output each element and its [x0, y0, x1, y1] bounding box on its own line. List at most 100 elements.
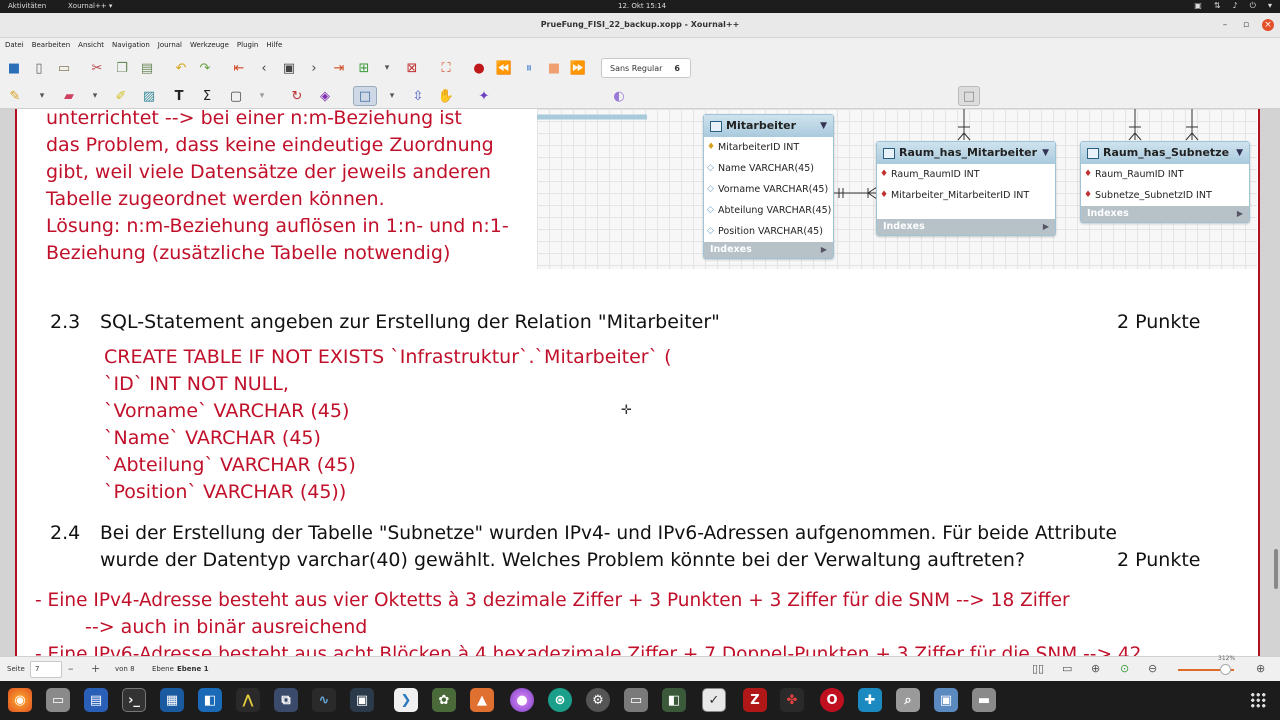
monitor-icon[interactable]: ▣: [350, 688, 374, 712]
image-icon[interactable]: ▨: [140, 87, 158, 105]
two-pages-icon[interactable]: ▯▯: [1032, 662, 1044, 675]
clock[interactable]: 12. Okt 15:14: [618, 2, 666, 10]
system-tray[interactable]: ▣ ⇅ ♪ ⏻ ▾: [1194, 1, 1272, 11]
workbench-icon[interactable]: ◧: [198, 688, 222, 712]
disk-icon[interactable]: ▭: [624, 688, 648, 712]
graph-icon[interactable]: ⋀: [236, 688, 260, 712]
paste-icon[interactable]: ▤: [138, 59, 156, 77]
next-page-icon[interactable]: ›: [305, 59, 323, 77]
cut-icon[interactable]: ✂: [88, 59, 106, 77]
page-increment-button[interactable]: +: [91, 662, 100, 675]
filezilla-icon[interactable]: Z: [743, 688, 767, 712]
first-page-icon[interactable]: ⇤: [230, 59, 248, 77]
add-page-icon[interactable]: ⊞: [355, 59, 373, 77]
default-tool-icon[interactable]: ✦: [475, 87, 493, 105]
layer-selector[interactable]: Ebene 1: [177, 665, 209, 673]
menu-plugin[interactable]: Plugin: [237, 38, 258, 52]
menu-bearbeiten[interactable]: Bearbeiten: [32, 38, 70, 52]
zoom-fit-icon[interactable]: ⊕: [1091, 662, 1100, 675]
firefox-icon[interactable]: ◉: [8, 688, 32, 712]
fullscreen-icon[interactable]: ⛶: [437, 59, 455, 77]
zoom-out-icon[interactable]: ⊖: [1148, 662, 1157, 675]
fill-icon[interactable]: ◐: [610, 87, 628, 105]
pinwheel-icon[interactable]: ✤: [780, 688, 804, 712]
highlighter-icon[interactable]: ✐: [112, 87, 130, 105]
volume-icon[interactable]: ♪: [1233, 1, 1238, 11]
pen-icon[interactable]: ✎: [6, 87, 24, 105]
screen-record-icon[interactable]: ▣: [1194, 1, 1202, 11]
select-dropdown-icon[interactable]: ▾: [383, 87, 401, 105]
open-folder-icon[interactable]: ▭: [55, 59, 73, 77]
vertical-space-icon[interactable]: ⇳: [409, 87, 427, 105]
record-icon[interactable]: ●: [470, 59, 488, 77]
save-icon[interactable]: ■: [5, 59, 23, 77]
pen-dropdown-icon[interactable]: ▾: [33, 87, 51, 105]
rotation-snap-icon[interactable]: ↻: [288, 87, 306, 105]
close-button[interactable]: ×: [1262, 19, 1274, 31]
font-selector[interactable]: Sans Regular 6: [601, 58, 691, 78]
app-grid-icon[interactable]: [1250, 692, 1266, 708]
page-number-input[interactable]: 7: [30, 661, 62, 678]
add-page-dropdown-icon[interactable]: ▾: [378, 59, 396, 77]
new-document-icon[interactable]: ▯: [30, 59, 48, 77]
shape-dropdown-icon[interactable]: ▾: [253, 87, 271, 105]
activities-button[interactable]: Aktivitäten: [8, 2, 46, 10]
undo-icon[interactable]: ↶: [172, 59, 190, 77]
menu-navigation[interactable]: Navigation: [112, 38, 150, 52]
network-icon[interactable]: ⇅: [1214, 1, 1221, 11]
calibrate-icon[interactable]: ⊛: [548, 688, 572, 712]
power-icon[interactable]: ⏻: [1250, 1, 1256, 11]
document-page[interactable]: unterrichtet --> bei einer n:m-Beziehung…: [15, 109, 1260, 656]
eraser-icon[interactable]: ▰: [60, 87, 78, 105]
archive-icon[interactable]: ▬: [972, 688, 996, 712]
document-canvas[interactable]: unterrichtet --> bei einer n:m-Beziehung…: [0, 109, 1280, 656]
media-player-icon[interactable]: ●: [510, 688, 534, 712]
dia-icon[interactable]: ▦: [160, 688, 184, 712]
menu-werkzeuge[interactable]: Werkzeuge: [190, 38, 229, 52]
opera-icon[interactable]: O: [820, 688, 844, 712]
writer-icon[interactable]: ▤: [84, 688, 108, 712]
zoom-in-icon[interactable]: ⊕: [1256, 662, 1265, 675]
xournal-icon[interactable]: ✓: [702, 688, 726, 712]
goto-page-icon[interactable]: ▣: [280, 59, 298, 77]
hand-icon[interactable]: ✋: [437, 87, 455, 105]
rewind-icon[interactable]: ⏪: [495, 59, 513, 77]
page-decrement-button[interactable]: –: [68, 662, 74, 675]
app-menu-button[interactable]: Xournal++ ▾: [68, 2, 112, 10]
tray-menu-icon[interactable]: ▾: [1268, 1, 1272, 11]
latex-icon[interactable]: Σ: [198, 87, 216, 105]
pause-icon[interactable]: ⏸: [520, 59, 538, 77]
copy-icon[interactable]: ❐: [113, 59, 131, 77]
puzzle-icon[interactable]: ✚: [858, 688, 882, 712]
terminal-icon[interactable]: ›_: [122, 688, 146, 712]
network-tool-icon[interactable]: ⧉: [274, 688, 298, 712]
select-rectangle-icon[interactable]: □: [353, 86, 377, 106]
shape-tool-icon[interactable]: ▢: [227, 87, 245, 105]
eraser-dropdown-icon[interactable]: ▾: [86, 87, 104, 105]
files-icon[interactable]: ▭: [46, 688, 70, 712]
settings-gear-icon[interactable]: ⚙: [586, 688, 610, 712]
gimp-icon[interactable]: ✿: [432, 688, 456, 712]
menu-ansicht[interactable]: Ansicht: [78, 38, 104, 52]
vm-icon[interactable]: ◧: [662, 688, 686, 712]
maximize-button[interactable]: ▫: [1240, 19, 1252, 31]
text-tool-icon[interactable]: T: [170, 87, 188, 105]
virtualbox-icon[interactable]: ▣: [934, 688, 958, 712]
software-store-icon[interactable]: ▲: [470, 688, 494, 712]
search-tool-icon[interactable]: ⌕: [896, 688, 920, 712]
menu-journal[interactable]: Journal: [158, 38, 182, 52]
vertical-scrollbar[interactable]: [1274, 549, 1278, 589]
previous-page-icon[interactable]: ‹: [255, 59, 273, 77]
menu-hilfe[interactable]: Hilfe: [266, 38, 282, 52]
grid-snap-icon[interactable]: ◈: [316, 87, 334, 105]
vscode-icon[interactable]: ❯: [394, 688, 418, 712]
delete-page-icon[interactable]: ⊠: [403, 59, 421, 77]
presentation-icon[interactable]: ▭: [1062, 662, 1072, 675]
minimize-button[interactable]: –: [1219, 19, 1231, 31]
redo-icon[interactable]: ↷: [196, 59, 214, 77]
custom-color-button[interactable]: □: [958, 86, 980, 106]
zoom-slider-handle[interactable]: [1220, 664, 1231, 675]
last-page-icon[interactable]: ⇥: [330, 59, 348, 77]
zoom-100-icon[interactable]: ⊙: [1120, 662, 1129, 675]
scope-icon[interactable]: ∿: [312, 688, 336, 712]
